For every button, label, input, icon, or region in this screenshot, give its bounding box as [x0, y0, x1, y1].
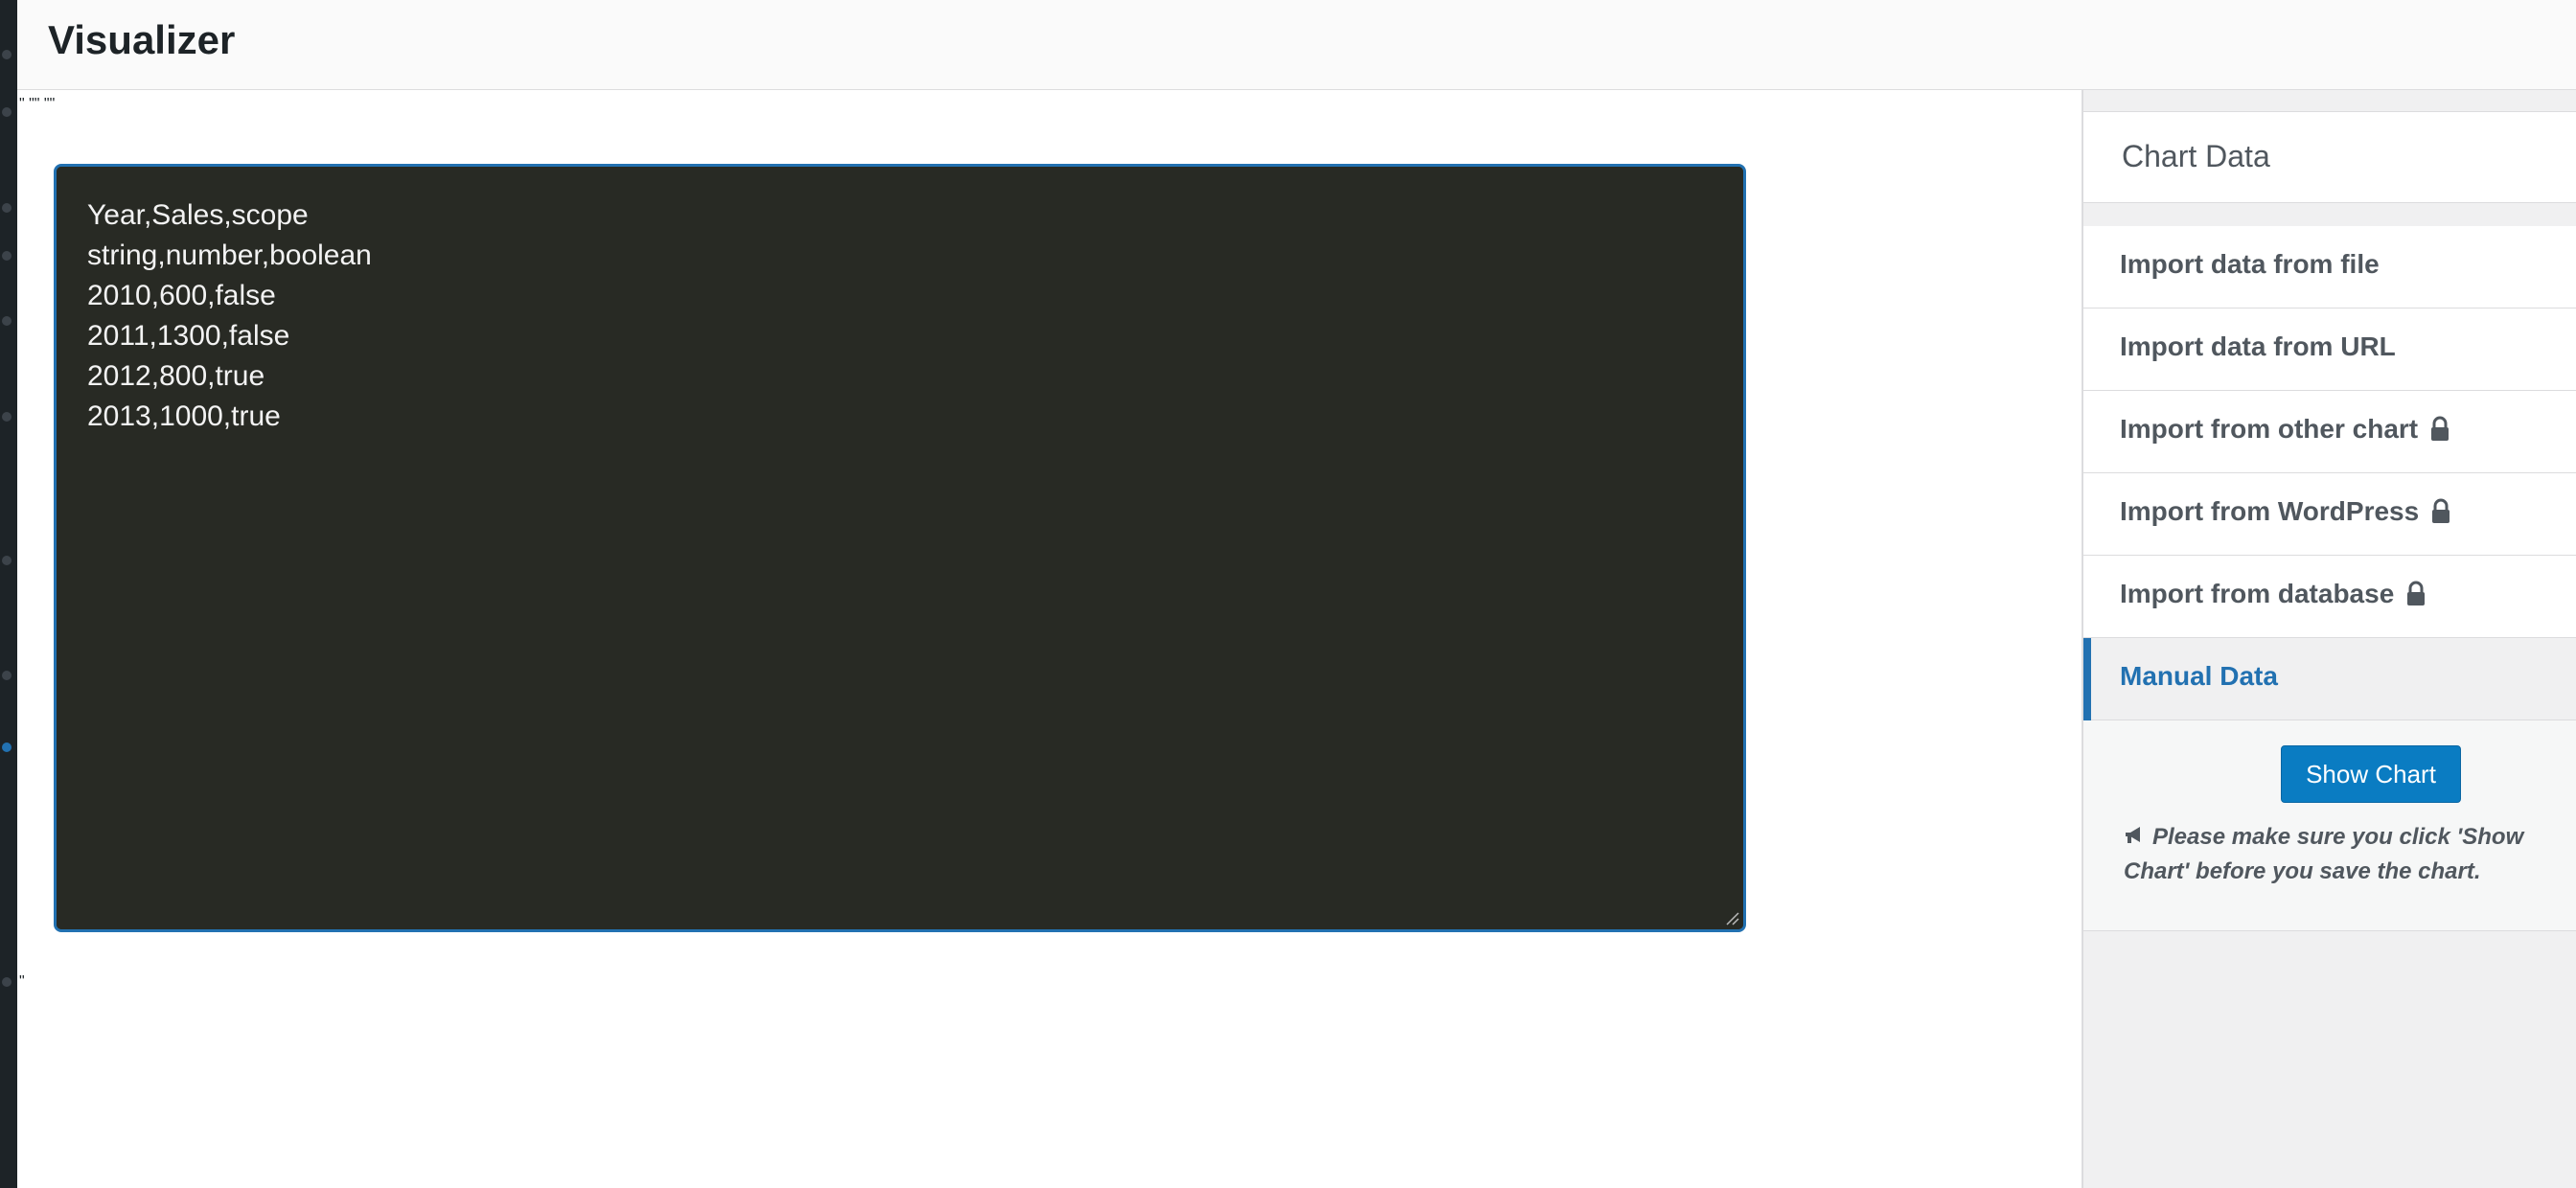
manual-data-panel: Show Chart Please make sure you click 'S…	[2083, 720, 2576, 931]
sidebar-item-label: Import from other chart	[2120, 414, 2419, 444]
menu-icon[interactable]	[2, 977, 12, 987]
menu-icon[interactable]	[2, 556, 12, 565]
sidebar-item-label: Import data from file	[2120, 249, 2380, 279]
sidebar-item-import-wordpress[interactable]: Import from WordPress	[2083, 473, 2576, 556]
sidebar-title: Chart Data	[2122, 139, 2270, 173]
sidebar-item-label: Manual Data	[2120, 661, 2278, 691]
sidebar-item-import-url[interactable]: Import data from URL	[2083, 308, 2576, 391]
menu-icon[interactable]	[2, 107, 12, 117]
menu-icon[interactable]	[2, 412, 12, 422]
lock-icon	[2431, 416, 2450, 441]
lock-icon	[2407, 581, 2426, 605]
sidebar-item-label: Import data from URL	[2120, 331, 2396, 361]
manual-data-textarea[interactable]	[57, 167, 1743, 929]
save-reminder-note: Please make sure you click 'Show Chart' …	[2124, 820, 2555, 889]
page-title: Visualizer	[48, 17, 236, 62]
show-chart-button[interactable]: Show Chart	[2281, 745, 2461, 803]
menu-icon[interactable]	[2, 251, 12, 261]
chart-data-sidebar: Chart Data Import data from file Import …	[2082, 90, 2576, 1188]
megaphone-icon	[2126, 827, 2140, 843]
menu-icon[interactable]	[2, 203, 12, 213]
menu-icon[interactable]	[2, 671, 12, 680]
menu-icon[interactable]	[2, 316, 12, 326]
sidebar-item-import-other-chart[interactable]: Import from other chart	[2083, 391, 2576, 473]
resize-handle-icon[interactable]	[1724, 910, 1739, 925]
sidebar-item-label: Import from database	[2120, 579, 2395, 608]
sidebar-header: Chart Data	[2083, 111, 2576, 203]
note-text: Please make sure you click 'Show Chart' …	[2124, 824, 2524, 884]
stray-text: " "" ""	[19, 96, 56, 112]
admin-menu-strip	[0, 0, 17, 1188]
page-header: Visualizer	[17, 0, 2576, 90]
sidebar-item-manual-data[interactable]: Manual Data	[2083, 638, 2576, 720]
menu-icon-active[interactable]	[2, 742, 12, 752]
csv-editor	[54, 164, 1746, 932]
sidebar-item-import-database[interactable]: Import from database	[2083, 556, 2576, 638]
stray-text: "	[19, 973, 25, 990]
sidebar-item-label: Import from WordPress	[2120, 496, 2420, 526]
menu-icon[interactable]	[2, 50, 12, 59]
lock-icon	[2432, 498, 2450, 523]
sidebar-item-import-file[interactable]: Import data from file	[2083, 226, 2576, 308]
